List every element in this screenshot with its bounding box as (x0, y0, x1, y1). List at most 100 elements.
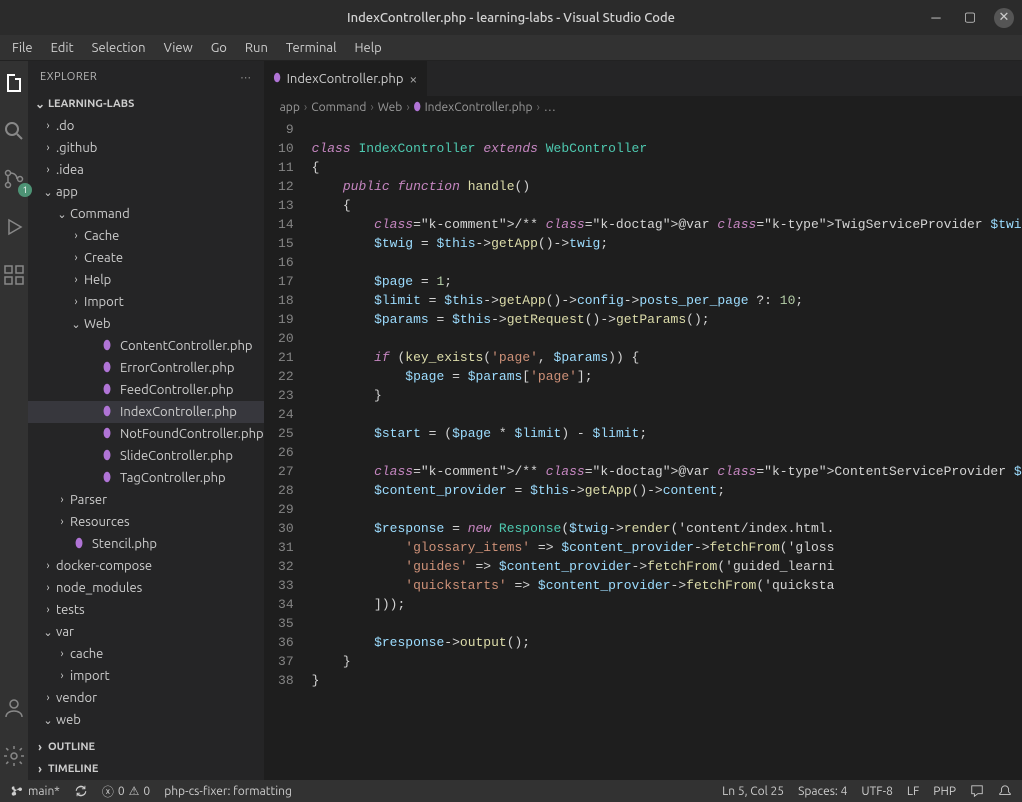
menu-selection[interactable]: Selection (84, 39, 154, 57)
tree-item-label: .github (56, 141, 97, 155)
tree-item-label: var (56, 625, 74, 639)
folder-parser[interactable]: ›Parser (28, 489, 264, 511)
code-content[interactable]: class IndexController extends WebControl… (312, 118, 1022, 780)
tree-item-label: Create (84, 251, 123, 265)
folder-node_modules[interactable]: ›node_modules (28, 577, 264, 599)
tree-item-label: node_modules (56, 581, 142, 595)
php-file-icon: ⬮ (414, 101, 421, 114)
source-control-icon[interactable]: 1 (0, 165, 28, 193)
notifications-icon[interactable] (998, 784, 1012, 798)
window-controls: ─ ▢ ✕ (926, 8, 1014, 28)
indentation[interactable]: Spaces: 4 (798, 784, 847, 798)
breadcrumb-item[interactable]: app (280, 101, 300, 114)
breadcrumb-item[interactable]: Web (378, 101, 403, 114)
breadcrumbs[interactable]: app›Command›Web›⬮ IndexController.php›… (264, 96, 1022, 118)
sidebar-title: EXPLORER (40, 71, 97, 83)
tab-close-icon[interactable]: × (409, 71, 417, 87)
file-notfoundcontroller.php[interactable]: ⬮NotFoundController.php (28, 423, 264, 445)
chevron-right-icon: › (54, 670, 70, 682)
file-contentcontroller.php[interactable]: ⬮ContentController.php (28, 335, 264, 357)
folder-web[interactable]: ⌄web (28, 709, 264, 731)
chevron-right-icon: › (40, 692, 56, 704)
extensions-icon[interactable] (0, 261, 28, 289)
folder-app[interactable]: ⌄app (28, 181, 264, 203)
encoding[interactable]: UTF-8 (861, 784, 892, 798)
editor-tabs: ⬮ IndexController.php × ⋯ (264, 61, 1022, 96)
menu-go[interactable]: Go (203, 39, 235, 57)
badge: 1 (18, 183, 32, 197)
folder-.do[interactable]: ›.do (28, 115, 264, 137)
folder-import[interactable]: ›import (28, 665, 264, 687)
folder-vendor[interactable]: ›vendor (28, 687, 264, 709)
chevron-right-icon: › (40, 142, 56, 154)
problems-indicator[interactable]: ⓧ0 ⚠0 (102, 783, 150, 800)
language-mode[interactable]: PHP (933, 784, 956, 798)
branch-indicator[interactable]: main* (10, 784, 60, 798)
account-icon[interactable] (0, 694, 28, 722)
settings-gear-icon[interactable] (0, 742, 28, 770)
folder-web[interactable]: ⌄Web (28, 313, 264, 335)
folder-tests[interactable]: ›tests (28, 599, 264, 621)
tree-item-label: .do (56, 119, 74, 133)
file-errorcontroller.php[interactable]: ⬮ErrorController.php (28, 357, 264, 379)
folder-.github[interactable]: ›.github (28, 137, 264, 159)
sync-indicator[interactable] (74, 784, 88, 798)
formatter-status[interactable]: php-cs-fixer: formatting (164, 785, 292, 798)
folder-cache[interactable]: ›cache (28, 643, 264, 665)
tree-item-label: docker-compose (56, 559, 152, 573)
folder-docker-compose[interactable]: ›docker-compose (28, 555, 264, 577)
tree-item-label: Command (70, 207, 130, 221)
folder-var[interactable]: ⌄var (28, 621, 264, 643)
tab-indexcontroller[interactable]: ⬮ IndexController.php × (264, 61, 429, 96)
folder-cache[interactable]: ›Cache (28, 225, 264, 247)
folder-import[interactable]: ›Import (28, 291, 264, 313)
file-stencil.php[interactable]: ⬮Stencil.php (28, 533, 264, 555)
menu-file[interactable]: File (4, 39, 41, 57)
breadcrumb-item[interactable]: IndexController.php (425, 101, 533, 114)
tree-item-label: .idea (56, 163, 84, 177)
timeline-label: TIMELINE (48, 763, 98, 775)
php-file-icon: ⬮ (98, 447, 116, 465)
folder-help[interactable]: ›Help (28, 269, 264, 291)
breadcrumb-item[interactable]: Command (311, 101, 366, 114)
cursor-position[interactable]: Ln 5, Col 25 (722, 784, 784, 798)
debug-icon[interactable] (0, 213, 28, 241)
folder-create[interactable]: ›Create (28, 247, 264, 269)
chevron-right-icon: › (68, 230, 84, 242)
breadcrumb-item[interactable]: … (544, 101, 556, 114)
workspace-name: LEARNING-LABS (48, 98, 134, 110)
folder-command[interactable]: ⌄Command (28, 203, 264, 225)
outline-section[interactable]: › OUTLINE (28, 736, 264, 758)
sidebar-more-icon[interactable]: ⋯ (240, 71, 252, 84)
folder-.idea[interactable]: ›.idea (28, 159, 264, 181)
close-button[interactable]: ✕ (994, 8, 1014, 28)
chevron-down-icon: ⌄ (40, 186, 56, 199)
tree-item-label: import (70, 669, 110, 683)
file-tagcontroller.php[interactable]: ⬮TagController.php (28, 467, 264, 489)
feedback-icon[interactable] (970, 784, 984, 798)
file-slidecontroller.php[interactable]: ⬮SlideController.php (28, 445, 264, 467)
file-feedcontroller.php[interactable]: ⬮FeedController.php (28, 379, 264, 401)
breadcrumb-separator: › (536, 101, 539, 114)
eol[interactable]: LF (907, 784, 919, 798)
menu-help[interactable]: Help (346, 39, 389, 57)
menu-run[interactable]: Run (237, 39, 276, 57)
minimize-button[interactable]: ─ (926, 8, 946, 28)
chevron-right-icon: › (32, 763, 48, 776)
tree-item-label: web (56, 713, 81, 727)
search-icon[interactable] (0, 117, 28, 145)
workspace-header[interactable]: ⌄ LEARNING-LABS (28, 93, 264, 115)
timeline-section[interactable]: › TIMELINE (28, 758, 264, 780)
php-file-icon: ⬮ (98, 337, 116, 355)
explorer-icon[interactable] (0, 69, 28, 97)
menu-terminal[interactable]: Terminal (278, 39, 345, 57)
folder-resources[interactable]: ›Resources (28, 511, 264, 533)
menu-view[interactable]: View (156, 39, 201, 57)
php-file-icon: ⬮ (98, 425, 116, 443)
maximize-button[interactable]: ▢ (960, 8, 980, 28)
file-indexcontroller.php[interactable]: ⬮IndexController.php (28, 401, 264, 423)
breadcrumb-separator: › (370, 101, 373, 114)
tree-item-label: Parser (70, 493, 107, 507)
menu-edit[interactable]: Edit (43, 39, 82, 57)
titlebar: IndexController.php - learning-labs - Vi… (0, 0, 1022, 35)
